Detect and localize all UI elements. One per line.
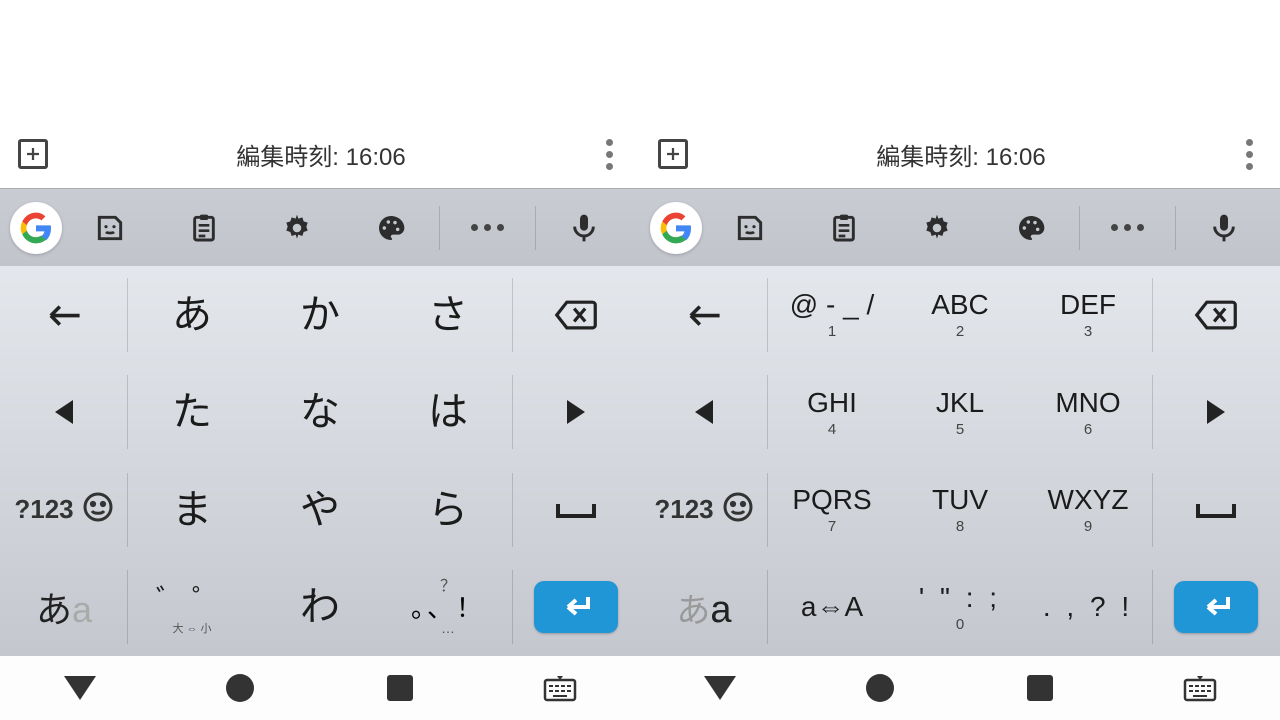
key-6[interactable]: MNO6 — [1024, 364, 1152, 462]
key-8[interactable]: TUV8 — [896, 461, 1024, 559]
symbols-key[interactable]: ?123 — [640, 461, 768, 559]
cursor-left-key[interactable] — [0, 364, 128, 462]
cursor-right-key[interactable] — [1152, 364, 1280, 462]
space-key[interactable] — [1152, 461, 1280, 559]
google-icon[interactable] — [10, 202, 62, 254]
key-9[interactable]: WXYZ9 — [1024, 461, 1152, 559]
key-4[interactable]: GHI4 — [768, 364, 896, 462]
symbols-key[interactable]: ?123 — [0, 461, 128, 559]
keyboard-kana: あ か さ た な は ?123 ま や ら — [0, 266, 640, 656]
key-5[interactable]: JKL5 — [896, 364, 1024, 462]
kana-ya-key[interactable]: や — [256, 461, 384, 559]
overflow-menu-icon[interactable] — [1234, 139, 1264, 170]
kana-a-key[interactable]: あ — [128, 266, 256, 364]
key-1[interactable]: @ - _ /1 — [768, 266, 896, 364]
key-0[interactable]: ' " : ;0 — [896, 559, 1024, 657]
add-button[interactable] — [658, 139, 688, 169]
nav-recents[interactable] — [350, 675, 450, 701]
mode-switch-key[interactable]: あa — [0, 559, 128, 657]
punct-key[interactable]: . , ? ! — [1024, 559, 1152, 657]
undo-key[interactable] — [0, 266, 128, 364]
overflow-menu-icon[interactable] — [594, 139, 624, 170]
keyboard-abc: @ - _ /1 ABC2 DEF3 GHI4 JKL5 MNO6 ?123 P… — [640, 266, 1280, 656]
key-2[interactable]: ABC2 — [896, 266, 1024, 364]
dakuten-key[interactable]: ゛゜ 大 ⇔ 小 — [128, 559, 256, 657]
more-icon[interactable] — [442, 189, 534, 266]
enter-key[interactable] — [1152, 559, 1280, 657]
pane-japanese: 編集時刻: 16:06 あ か さ — [0, 0, 640, 720]
mic-icon[interactable] — [1178, 189, 1270, 266]
kana-ka-key[interactable]: か — [256, 266, 384, 364]
mode-switch-key[interactable]: あa — [640, 559, 768, 657]
backspace-key[interactable] — [512, 266, 640, 364]
space-key[interactable] — [512, 461, 640, 559]
nav-recents[interactable] — [990, 675, 1090, 701]
page-title: 編集時刻: 16:06 — [688, 137, 1234, 172]
page-title: 編集時刻: 16:06 — [48, 137, 594, 172]
case-toggle-key[interactable]: a⇔A — [768, 559, 896, 657]
app-toolbar: 編集時刻: 16:06 — [640, 120, 1280, 188]
kana-ta-key[interactable]: た — [128, 364, 256, 462]
key-7[interactable]: PQRS7 — [768, 461, 896, 559]
android-navbar — [0, 656, 640, 720]
mic-icon[interactable] — [538, 189, 630, 266]
app-content-area — [0, 0, 640, 120]
keyboard-suggestion-strip — [640, 188, 1280, 266]
app-content-area — [640, 0, 1280, 120]
nav-ime-switch[interactable] — [1150, 674, 1250, 702]
google-icon[interactable] — [650, 202, 702, 254]
theme-icon[interactable] — [985, 189, 1077, 266]
sticker-icon[interactable] — [64, 189, 156, 266]
backspace-key[interactable] — [1152, 266, 1280, 364]
nav-back[interactable] — [30, 676, 130, 700]
nav-home[interactable] — [190, 674, 290, 702]
clipboard-icon[interactable] — [158, 189, 250, 266]
undo-key[interactable] — [640, 266, 768, 364]
add-button[interactable] — [18, 139, 48, 169]
nav-home[interactable] — [830, 674, 930, 702]
nav-back[interactable] — [670, 676, 770, 700]
nav-ime-switch[interactable] — [510, 674, 610, 702]
cursor-right-key[interactable] — [512, 364, 640, 462]
punctuation-key[interactable]: ？ 。、！ … — [384, 559, 512, 657]
kana-wa-key[interactable]: わ — [256, 559, 384, 657]
settings-icon[interactable] — [251, 189, 343, 266]
enter-key[interactable] — [512, 559, 640, 657]
kana-ma-key[interactable]: ま — [128, 461, 256, 559]
settings-icon[interactable] — [891, 189, 983, 266]
sticker-icon[interactable] — [704, 189, 796, 266]
app-toolbar: 編集時刻: 16:06 — [0, 120, 640, 188]
key-3[interactable]: DEF3 — [1024, 266, 1152, 364]
pane-abc: 編集時刻: 16:06 @ - _ /1 ABC2 DEF3 — [640, 0, 1280, 720]
kana-ha-key[interactable]: は — [384, 364, 512, 462]
android-navbar — [640, 656, 1280, 720]
keyboard-suggestion-strip — [0, 188, 640, 266]
clipboard-icon[interactable] — [798, 189, 890, 266]
cursor-left-key[interactable] — [640, 364, 768, 462]
theme-icon[interactable] — [345, 189, 437, 266]
kana-na-key[interactable]: な — [256, 364, 384, 462]
more-icon[interactable] — [1082, 189, 1174, 266]
kana-ra-key[interactable]: ら — [384, 461, 512, 559]
kana-sa-key[interactable]: さ — [384, 266, 512, 364]
